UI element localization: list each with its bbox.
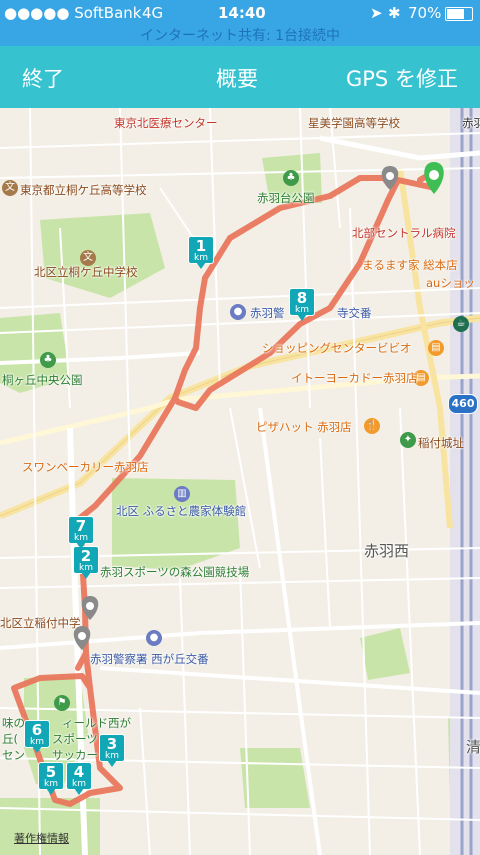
map-label: 北区 ふるさと農家体験館 <box>116 504 247 518</box>
map-label: ィールド西が <box>62 716 131 730</box>
km-marker-6[interactable]: 6 km <box>24 720 50 754</box>
park-icon: ♣ <box>40 352 56 368</box>
km-marker-number: 4 <box>73 763 85 781</box>
km-marker-number: 8 <box>296 289 308 307</box>
park-icon: ♣ <box>283 170 299 186</box>
map-label: 赤羽スポーツの森公園競技場 <box>100 565 250 579</box>
police-icon: ● <box>146 630 162 646</box>
museum-icon: ▥ <box>174 486 190 502</box>
km-marker-number: 3 <box>106 735 118 753</box>
km-marker-7[interactable]: 7 km <box>68 516 94 550</box>
map-label: イトーヨーカドー赤羽店 <box>291 371 418 385</box>
shopping-icon: ▤ <box>428 340 444 356</box>
km-marker-1[interactable]: 1 km <box>188 236 214 270</box>
school-icon: 文 <box>2 180 18 196</box>
map-label: 赤羽台公園 <box>257 191 315 205</box>
map-label: 東京都立桐ケ丘高等学校 <box>20 183 147 197</box>
nav-bar: 終了 概要 GPS を修正 <box>0 46 480 108</box>
map-view[interactable]: 文 文 ♣ ♣ ● ▥ ● ▤ ▤ ☕ 🍴 ✦ ⚑ 460 東京北医療センター … <box>0 108 480 855</box>
summary-button[interactable]: 概要 <box>216 63 258 93</box>
park-area <box>240 748 310 808</box>
map-label: 寺交番 <box>337 306 372 320</box>
landmark-icon: ✦ <box>400 432 416 448</box>
map-label: 北区立稲付中学 <box>0 616 81 630</box>
map-label: 赤羽警察署 西が丘交番 <box>90 652 209 666</box>
hotspot-banner[interactable]: インターネット共有: 1台接続中 <box>0 26 480 46</box>
km-marker-number: 5 <box>45 763 57 781</box>
map-label: 東京北医療センター <box>114 116 218 130</box>
cafe-icon: ☕ <box>453 316 469 332</box>
bluetooth-icon: ✱ <box>388 4 401 22</box>
copyright-link[interactable]: 著作権情報 <box>14 830 69 846</box>
restaurant-icon: 🍴 <box>364 418 380 434</box>
map-label: 赤羽警 <box>250 306 285 320</box>
gps-fix-button[interactable]: GPS を修正 <box>346 63 458 93</box>
clock: 14:40 <box>218 4 266 22</box>
km-marker-number: 7 <box>75 517 87 535</box>
map-label: セン <box>2 748 25 762</box>
km-marker-4[interactable]: 4 km <box>66 762 92 796</box>
map-label: 桐ヶ丘中央公園 <box>2 373 83 387</box>
end-button[interactable]: 終了 <box>22 63 64 93</box>
route-shield-icon: 460 <box>448 394 478 414</box>
location-icon: ➤ <box>370 4 383 22</box>
map-label: 北部セントラル病院 <box>352 226 456 240</box>
map-label: 北区立桐ケ丘中学校 <box>34 265 138 279</box>
map-label: ピザハット 赤羽店 <box>256 420 352 434</box>
map-label: 清 <box>466 738 480 756</box>
battery-percent: 70% <box>408 4 442 22</box>
carrier: ●●●●● SoftBank <box>4 4 142 22</box>
school-icon: 文 <box>80 250 96 266</box>
battery-icon <box>445 7 473 21</box>
map-label: 赤羽 <box>462 116 480 130</box>
map-label: 稲付城址 <box>418 436 464 450</box>
km-marker-5[interactable]: 5 km <box>38 762 64 796</box>
map-label: ショッピングセンタービビオ <box>262 341 412 355</box>
km-marker-number: 2 <box>80 547 92 565</box>
map-label: auショッ <box>426 276 475 290</box>
km-marker-3[interactable]: 3 km <box>99 734 125 768</box>
sports-icon: ⚑ <box>54 695 70 711</box>
map-label: サッカー <box>52 748 98 762</box>
map-label: 赤羽西 <box>364 542 410 560</box>
network-type: 4G <box>142 4 164 22</box>
police-icon: ● <box>230 304 246 320</box>
map-label: 星美学園高等学校 <box>308 116 400 130</box>
km-marker-8[interactable]: 8 km <box>289 288 315 322</box>
km-marker-2[interactable]: 2 km <box>73 546 99 580</box>
map-label: スワンベーカリー赤羽店 <box>22 460 149 474</box>
status-bar: ●●●●● SoftBank 4G 14:40 ➤ ✱ 70% <box>0 0 480 26</box>
km-marker-number: 6 <box>31 721 43 739</box>
km-marker-number: 1 <box>195 237 207 255</box>
map-label: 味の <box>2 716 25 730</box>
map-label: まるます家 総本店 <box>362 258 458 272</box>
map-label: 丘( <box>2 732 18 746</box>
map-label: スポーツ <box>52 732 98 746</box>
